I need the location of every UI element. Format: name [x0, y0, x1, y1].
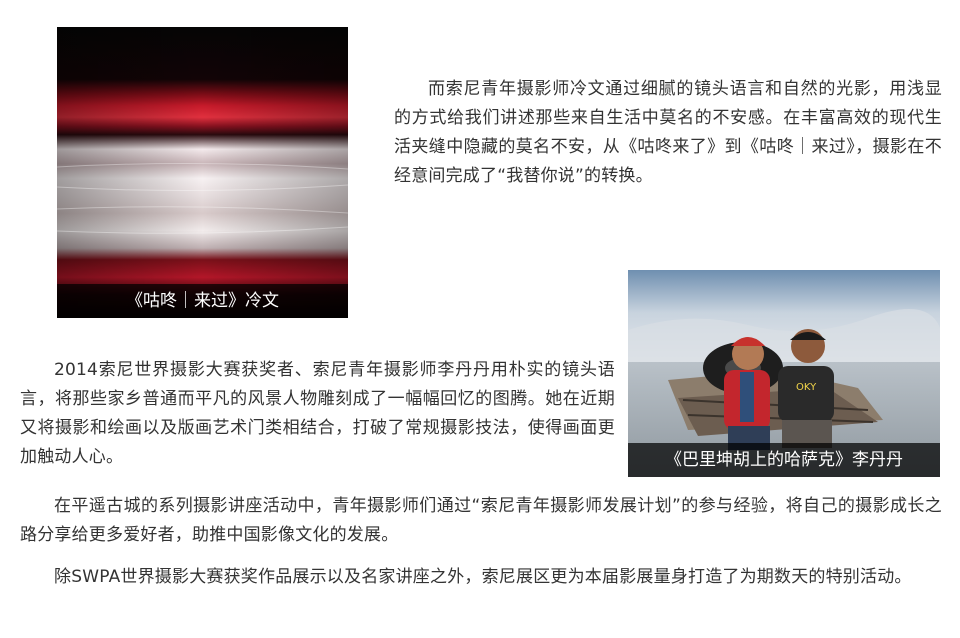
photo-balikun: OKY 《巴里坤胡上的哈萨克》李丹丹 [628, 270, 940, 477]
paragraph-2: 2014索尼世界摄影大赛获奖者、索尼青年摄影师李丹丹用朴实的镜头语言，将那些家乡… [20, 360, 615, 467]
paragraph-4: 除SWPA世界摄影大赛获奖作品展示以及名家讲座之外，索尼展区更为本届影展量身打造… [54, 567, 912, 587]
photo-guodong-image [57, 27, 348, 318]
paragraph-3: 在平遥古城的系列摄影讲座活动中，青年摄影师们通过“索尼青年摄影师发展计划”的参与… [20, 496, 942, 545]
photo-guodong-caption: 《咕咚｜来过》冷文 [57, 284, 348, 318]
photo-guodong: 《咕咚｜来过》冷文 [57, 27, 348, 318]
shirt-text: OKY [796, 382, 817, 393]
paragraph-1: 而索尼青年摄影师冷文通过细腻的镜头语言和自然的光影，用浅显的方式给我们讲述那些来… [394, 79, 942, 186]
photo-balikun-caption: 《巴里坤胡上的哈萨克》李丹丹 [628, 443, 940, 477]
